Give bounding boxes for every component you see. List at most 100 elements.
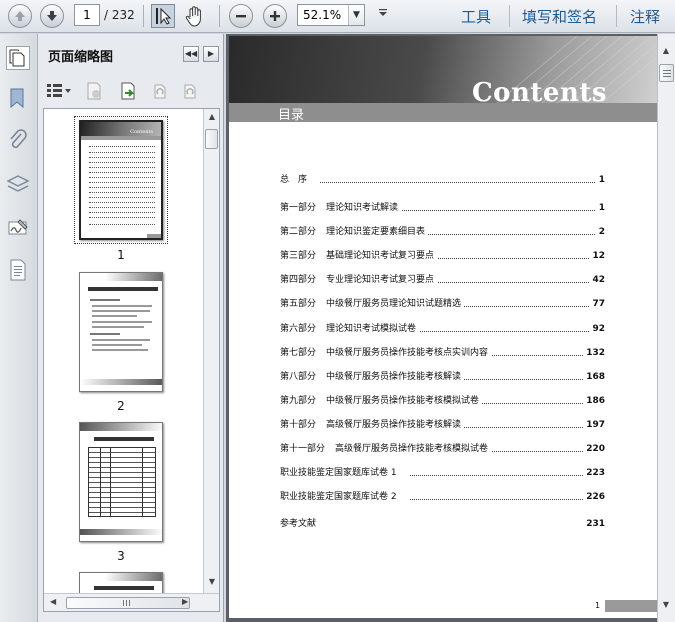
rotate-clockwise-icon bbox=[184, 84, 196, 99]
delete-page-button[interactable] bbox=[84, 81, 104, 101]
toc-page-number: 220 bbox=[583, 443, 605, 455]
hand-tool-button[interactable] bbox=[183, 4, 207, 28]
rotate-clockwise-button[interactable] bbox=[180, 81, 200, 101]
toc-title: 理论知识考试模拟试卷 bbox=[326, 324, 417, 334]
prev-page-icon bbox=[15, 11, 25, 21]
document-scroll-thumb[interactable] bbox=[659, 64, 674, 82]
page-footer-number: 1 bbox=[595, 601, 601, 610]
toc-entry[interactable]: 参考文献 231 bbox=[280, 518, 605, 530]
rotate-icon bbox=[154, 84, 166, 99]
page-banner: Contents bbox=[229, 36, 657, 108]
zoom-out-icon bbox=[236, 15, 246, 18]
menu-arrow-icon[interactable] bbox=[378, 8, 388, 21]
toc-entry[interactable]: 第二部分 理论知识鉴定要素细目表 2 bbox=[280, 226, 605, 238]
thumbnail-options-button[interactable] bbox=[46, 81, 72, 101]
toc-title: 中级餐厅服务员理论知识试题精选 bbox=[326, 299, 462, 309]
rotate-page-button[interactable] bbox=[150, 81, 170, 101]
toc-part: 第七部分 bbox=[280, 348, 317, 358]
toc-page-number: 1 bbox=[595, 202, 605, 214]
toc-entry[interactable]: 第一部分 理论知识考试解读 1 bbox=[280, 202, 605, 214]
thumbnail-horizontal-scrollbar[interactable]: ◀ ▶ bbox=[44, 593, 219, 611]
page-thumbnails-nav-button[interactable] bbox=[6, 46, 30, 70]
toc-entry[interactable]: 职业技能鉴定国家题库试卷 1 223 bbox=[280, 467, 605, 479]
page-thumbnail-3[interactable] bbox=[79, 422, 163, 542]
document-vertical-scrollbar[interactable]: ▲ ▼ bbox=[657, 34, 675, 622]
scroll-up-arrow-icon[interactable]: ▲ bbox=[205, 112, 219, 121]
thumbnail-scroll-thumb[interactable] bbox=[205, 129, 218, 149]
toc-entry[interactable]: 第十部分 高级餐厅服务员操作技能考核解读 197 bbox=[280, 419, 605, 431]
bookmark-icon bbox=[10, 88, 24, 109]
layers-nav-button[interactable] bbox=[6, 172, 30, 196]
zoom-out-button[interactable] bbox=[229, 4, 253, 28]
toc-entry[interactable]: 第七部分 中级餐厅服务员操作技能考核点实训内容 132 bbox=[280, 347, 605, 359]
toc-page-number: 168 bbox=[583, 371, 605, 383]
toc-page-number: 92 bbox=[589, 323, 605, 335]
toc-title: 理论知识鉴定要素细目表 bbox=[326, 227, 426, 237]
toc-entry[interactable]: 职业技能鉴定国家题库试卷 2 226 bbox=[280, 491, 605, 503]
signatures-nav-button[interactable] bbox=[6, 216, 30, 240]
attachments-nav-button[interactable] bbox=[6, 128, 30, 152]
toc-page-number: 1 bbox=[595, 174, 605, 186]
toc-title: 高级餐厅服务员操作技能考核解读 bbox=[326, 420, 462, 430]
toc-part: 第四部分 bbox=[280, 275, 317, 285]
document-view[interactable]: Contents 目录 总 序 1 第一部分 理论知识考试解读 1 第二部分 理论知识鉴… bbox=[226, 34, 675, 622]
next-page-button[interactable] bbox=[40, 4, 64, 28]
toc-entry[interactable]: 第五部分 中级餐厅服务员理论知识试题精选 77 bbox=[280, 298, 605, 310]
main-toolbar: 1 / 232 52.1% ▼ 工具 填写和签名 注释 bbox=[0, 0, 675, 33]
toc-page-number: 2 bbox=[595, 226, 605, 238]
toc-entry[interactable]: 第九部分 中级餐厅服务员操作技能考核模拟试卷 186 bbox=[280, 395, 605, 407]
toc-page-number: 197 bbox=[583, 419, 605, 431]
toc-part: 第十一部分 bbox=[280, 444, 326, 454]
toc-part: 第六部分 bbox=[280, 324, 317, 334]
toc-section-header: 目录 bbox=[278, 108, 305, 123]
toc-title: 中级餐厅服务员操作技能考核解读 bbox=[326, 372, 462, 382]
toc-page-number: 186 bbox=[583, 395, 605, 407]
thumbnail-panel-title: 页面缩略图 bbox=[48, 50, 114, 65]
thumbnail-list[interactable]: Contents 1 2 3 ▲ ▼ ◀ ▶ bbox=[43, 108, 220, 612]
scroll-up-arrow-icon[interactable]: ▲ bbox=[659, 46, 673, 55]
scroll-down-arrow-icon[interactable]: ▼ bbox=[659, 600, 673, 609]
double-chevron-left-icon: ◀◀ bbox=[184, 49, 198, 58]
scroll-left-arrow-icon[interactable]: ◀ bbox=[50, 597, 56, 606]
paperclip-icon bbox=[10, 129, 27, 149]
toc-entry[interactable]: 总 序 1 bbox=[280, 174, 605, 186]
page-thumbnail-1[interactable]: Contents bbox=[79, 120, 163, 240]
toolbar-divider bbox=[143, 5, 144, 27]
insert-page-button[interactable] bbox=[118, 81, 138, 101]
toc-part: 参考文献 bbox=[280, 519, 317, 529]
toc-page-number: 231 bbox=[583, 518, 605, 530]
fill-sign-link[interactable]: 填写和签名 bbox=[522, 6, 597, 27]
toolbar-divider bbox=[616, 5, 617, 27]
options-menu-icon bbox=[47, 84, 71, 97]
thumbnail-hscroll-thumb[interactable] bbox=[66, 597, 190, 609]
zoom-in-button[interactable] bbox=[263, 4, 287, 28]
thumbnail-vertical-scrollbar[interactable]: ▲ ▼ bbox=[203, 109, 219, 593]
layers-icon bbox=[6, 175, 30, 192]
toc-title: 中级餐厅服务员操作技能考核点实训内容 bbox=[326, 348, 489, 358]
toc-title: 基础理论知识考试复习要点 bbox=[326, 251, 435, 261]
toc-entry[interactable]: 第四部分 专业理论知识考试复习要点 42 bbox=[280, 274, 605, 286]
tools-link[interactable]: 工具 bbox=[461, 6, 491, 27]
toolbar-divider bbox=[509, 5, 510, 27]
prev-page-button[interactable] bbox=[8, 4, 32, 28]
panel-options-button[interactable]: ▶ bbox=[203, 46, 219, 62]
toc-entry[interactable]: 第三部分 基础理论知识考试复习要点 12 bbox=[280, 250, 605, 262]
page-thumbnail-2[interactable] bbox=[79, 272, 163, 392]
toc-entry[interactable]: 第十一部分 高级餐厅服务员操作技能考核模拟试卷 220 bbox=[280, 443, 605, 455]
zoom-level-select[interactable]: 52.1% ▼ bbox=[297, 4, 365, 26]
toc-entry[interactable]: 第六部分 理论知识考试模拟试卷 92 bbox=[280, 323, 605, 335]
content-nav-button[interactable] bbox=[6, 258, 30, 282]
bookmarks-nav-button[interactable] bbox=[6, 86, 30, 110]
scroll-right-arrow-icon[interactable]: ▶ bbox=[182, 597, 188, 606]
toc-entry[interactable]: 第八部分 中级餐厅服务员操作技能考核解读 168 bbox=[280, 371, 605, 383]
scroll-down-arrow-icon[interactable]: ▼ bbox=[205, 577, 219, 586]
page-number-input[interactable]: 1 bbox=[74, 4, 100, 26]
select-tool-button[interactable] bbox=[151, 4, 175, 28]
signature-icon bbox=[8, 219, 28, 235]
toc-part: 第九部分 bbox=[280, 396, 317, 406]
insert-page-icon bbox=[121, 82, 135, 100]
collapse-panel-button[interactable]: ◀◀ bbox=[183, 46, 199, 62]
comment-link[interactable]: 注释 bbox=[630, 6, 660, 27]
toc-page-number: 223 bbox=[583, 467, 605, 479]
chevron-down-icon[interactable]: ▼ bbox=[348, 5, 364, 25]
